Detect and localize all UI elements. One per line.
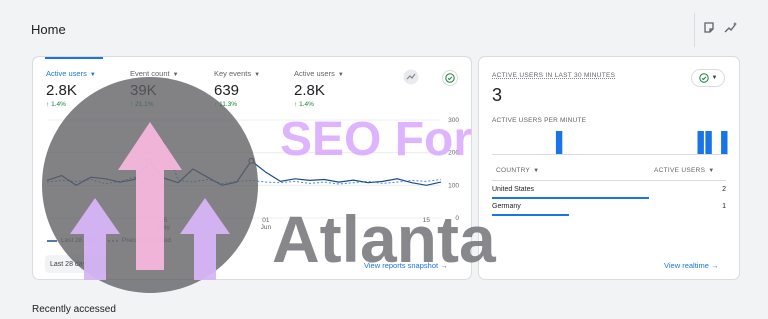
x-tick-month: May: [158, 224, 171, 231]
per-minute-bar: [697, 131, 704, 154]
arrow-right-icon: →: [440, 261, 448, 270]
y-tick-label: 200: [448, 150, 459, 157]
realtime-status-dropdown[interactable]: ▼: [691, 69, 725, 87]
per-minute-bar: [705, 131, 712, 154]
caret-down-icon: ▼: [95, 261, 102, 267]
selected-tab-indicator: [45, 57, 103, 59]
metric-tab-active-users-2[interactable]: Active users ▼ 2.8K ↑ 1.4%: [294, 69, 374, 108]
table-row[interactable]: Germany 1: [492, 202, 726, 218]
metric-value: 639: [214, 82, 240, 99]
data-point: [248, 157, 255, 164]
metric-change: 21.1%: [135, 101, 154, 108]
per-minute-label: ACTIVE USERS PER MINUTE: [492, 117, 587, 124]
legend-current: Last 28 days: [61, 237, 98, 244]
row-country: United States: [492, 186, 535, 193]
row-share-bar: [492, 197, 649, 199]
caret-down-icon: ▼: [711, 75, 718, 81]
caret-down-icon: ▼: [337, 72, 344, 78]
metric-tab-key-events[interactable]: Key events ▼ 639 ↑ 11.3%: [214, 69, 294, 108]
metric-value: 39K: [130, 82, 157, 99]
link-label: View realtime: [664, 261, 709, 270]
arrow-up-icon: ↑: [46, 101, 50, 108]
realtime-card: ACTIVE USERS IN LAST 30 MINUTES 3 ▼ ACTI…: [478, 56, 740, 280]
metric-label: Event count: [130, 69, 170, 78]
column-header-country[interactable]: COUNTRY ▼: [496, 167, 539, 174]
metric-change: 1.4%: [299, 101, 314, 108]
row-users: 2: [722, 186, 726, 193]
column-label: COUNTRY: [496, 167, 531, 174]
overview-card: Active users ▼ 2.8K ↑ 1.4% Event count ▼ 3…: [32, 56, 472, 280]
metric-label: Active users: [46, 69, 87, 78]
per-minute-bar: [555, 131, 563, 154]
per-minute-bar: [721, 131, 728, 154]
y-tick-label: 0: [455, 215, 459, 222]
y-tick-label: 300: [448, 117, 459, 124]
insights-badge-icon[interactable]: [403, 69, 419, 85]
recently-accessed-heading: Recently accessed: [32, 304, 116, 315]
row-country: Germany: [492, 203, 521, 210]
metric-value: 2.8K: [294, 82, 325, 99]
x-tick-day: 25: [160, 217, 168, 224]
row-share-bar: [492, 214, 570, 216]
realtime-title: ACTIVE USERS IN LAST 30 MINUTES: [492, 72, 616, 79]
page-title: Home: [31, 22, 66, 37]
caret-down-icon: ▼: [254, 72, 261, 78]
view-realtime-link[interactable]: View realtime →: [664, 261, 718, 270]
metric-change: 11.3%: [219, 101, 238, 108]
caret-down-icon: ▼: [172, 72, 179, 78]
caret-down-icon: ▼: [708, 168, 715, 174]
table-divider: [492, 180, 726, 181]
metric-label: Active users: [294, 69, 335, 78]
caret-down-icon: ▼: [89, 72, 96, 78]
realtime-value: 3: [492, 85, 503, 105]
date-range-selector[interactable]: Last 28 days ▼: [45, 255, 107, 273]
column-header-active-users[interactable]: ACTIVE USERS ▼: [654, 167, 715, 174]
x-tick-day: 01: [262, 217, 270, 224]
caret-down-icon: ▼: [533, 168, 540, 174]
annotation-icon[interactable]: [702, 21, 716, 35]
arrow-up-icon: ↑: [294, 101, 298, 108]
link-label: View reports snapshot: [364, 261, 439, 270]
per-minute-bar-chart: [492, 131, 728, 155]
y-tick-label: 100: [448, 182, 459, 189]
x-tick-month: Jun: [261, 224, 272, 231]
x-tick-day: 15: [423, 217, 431, 224]
status-check-icon: [698, 73, 709, 83]
view-reports-snapshot-link[interactable]: View reports snapshot →: [364, 261, 448, 270]
chart-legend: Last 28 days Preceding period: [47, 237, 171, 244]
data-point: [146, 158, 153, 165]
topbar-divider: [694, 13, 695, 47]
arrow-right-icon: →: [710, 261, 719, 270]
arrow-up-icon: ↑: [130, 101, 134, 108]
legend-previous: Preceding period: [121, 237, 172, 244]
series-line-last-28-days: [46, 159, 442, 187]
status-check-icon[interactable]: [442, 70, 458, 86]
metric-tab-active-users[interactable]: Active users ▼ 2.8K ↑ 1.4%: [46, 69, 126, 108]
line-chart: 300 200 100 0 25May 01Jun 15: [46, 117, 459, 231]
date-range-label: Last 28 days: [50, 260, 90, 268]
insights-icon[interactable]: [724, 21, 738, 35]
metric-tab-event-count[interactable]: Event count ▼ 39K ↑ 21.1%: [130, 69, 210, 108]
metric-value: 2.8K: [46, 82, 77, 99]
series-line-preceding-period: [46, 139, 442, 185]
metric-change: 1.4%: [51, 101, 66, 108]
column-label: ACTIVE USERS: [654, 167, 706, 174]
row-users: 1: [722, 203, 726, 210]
arrow-up-icon: ↑: [214, 101, 218, 108]
table-row[interactable]: United States 2: [492, 185, 726, 201]
metric-label: Key events: [214, 69, 252, 78]
